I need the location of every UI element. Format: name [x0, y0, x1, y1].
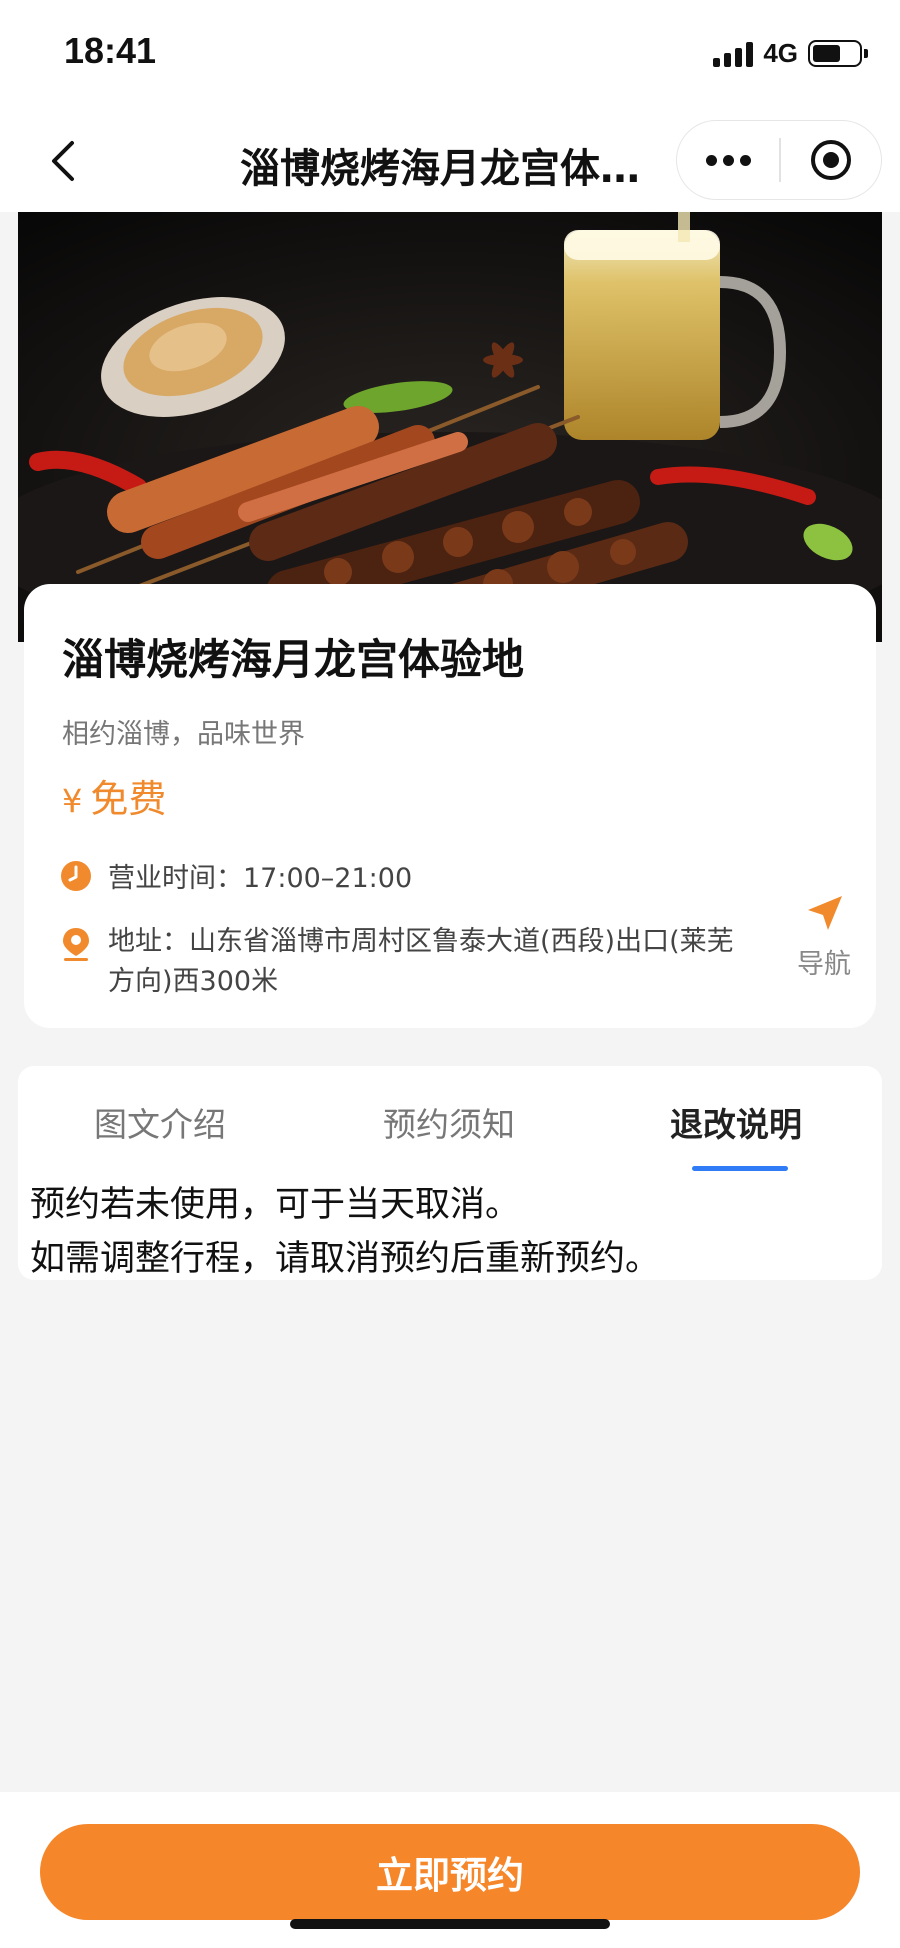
status-bar: 18:41 4G	[0, 0, 900, 110]
venue-info-card: 淄博烧烤海月龙宫体验地 相约淄博，品味世界 ¥ 免费 营业时间：17:00–21…	[24, 584, 876, 1028]
page-title: 淄博烧烤海月龙宫体验地	[240, 146, 660, 192]
tab-bar: 图文介绍 预约须知 退改说明	[18, 1066, 882, 1176]
clock-icon	[61, 860, 91, 891]
policy-line: 预约若未使用，可于当天取消。	[30, 1185, 521, 1225]
location-pin-icon	[63, 928, 89, 961]
status-indicators: 4G	[713, 38, 868, 69]
status-time: 18:41	[64, 30, 157, 71]
hero-image	[18, 212, 882, 642]
policy-line: 如需调整行程，请取消预约后重新预约。	[30, 1239, 661, 1279]
price-value: 免费	[90, 777, 167, 821]
address: 地址：山东省淄博市周村区鲁泰大道(西段)出口(莱芜方向)西300米	[60, 922, 780, 1002]
tab-intro[interactable]: 图文介绍	[94, 1098, 226, 1146]
navigate-button[interactable]: 导航	[784, 894, 864, 981]
business-hours: 营业时间：17:00–21:00	[60, 856, 412, 895]
address-text: 地址：山东省淄博市周村区鲁泰大道(西段)出口(莱芜方向)西300米	[108, 926, 734, 997]
more-dots-icon[interactable]	[677, 121, 779, 199]
detail-tabs-panel: 图文介绍 预约须知 退改说明 预约若未使用，可于当天取消。 如需调整行程，请取消…	[18, 1066, 882, 1280]
mini-program-capsule	[676, 120, 882, 200]
price: ¥ 免费	[62, 768, 166, 823]
nav-bar: 淄博烧烤海月龙宫体验地	[0, 110, 900, 212]
active-tab-indicator	[692, 1166, 788, 1171]
home-indicator	[290, 1919, 610, 1929]
tab-refund-policy[interactable]: 退改说明	[670, 1098, 802, 1146]
tab-booking-notes[interactable]: 预约须知	[383, 1098, 515, 1146]
venue-title: 淄博烧烤海月龙宫体验地	[62, 635, 525, 684]
target-icon[interactable]	[781, 121, 882, 199]
price-symbol: ¥	[62, 782, 83, 820]
navigate-label: 导航	[797, 949, 851, 980]
venue-subtitle: 相约淄博，品味世界	[62, 719, 305, 750]
battery-icon	[808, 40, 868, 67]
business-hours-text: 营业时间：17:00–21:00	[108, 863, 413, 894]
signal-icon	[713, 41, 754, 67]
refund-policy-text: 预约若未使用，可于当天取消。 如需调整行程，请取消预约后重新预约。	[30, 1178, 660, 1286]
book-now-button[interactable]: 立即预约	[40, 1824, 860, 1920]
network-type: 4G	[763, 38, 798, 68]
navigation-arrow-icon	[808, 896, 842, 930]
chevron-left-icon[interactable]	[40, 138, 86, 184]
